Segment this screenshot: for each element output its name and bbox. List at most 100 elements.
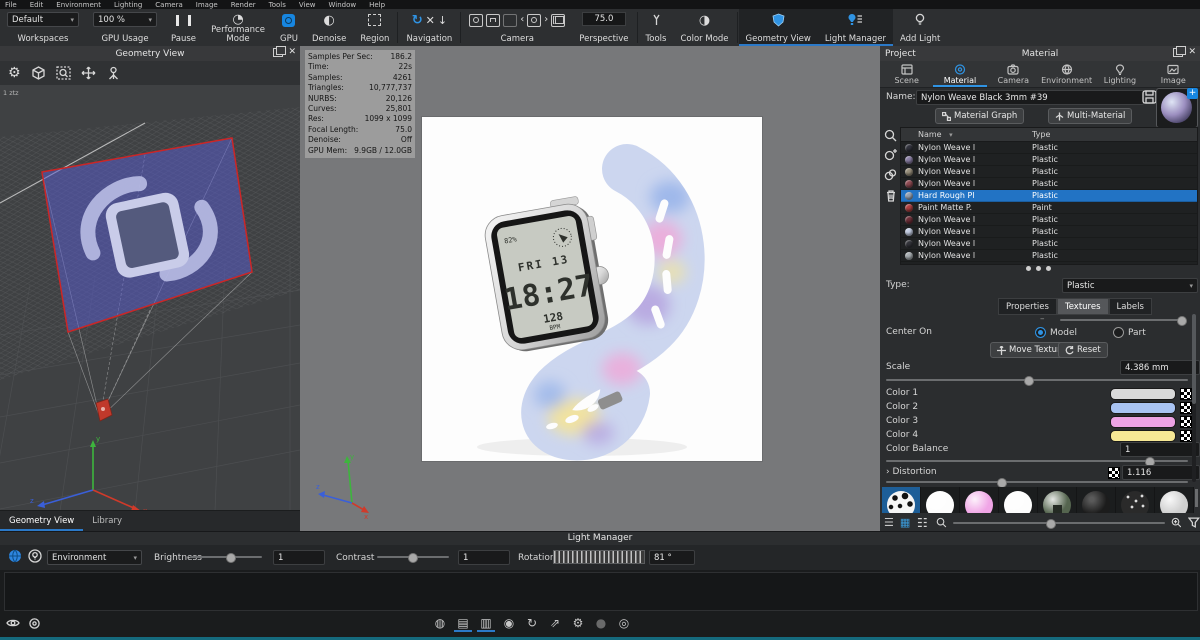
- radio-part[interactable]: Part: [1113, 327, 1146, 338]
- tab-labels[interactable]: Labels: [1109, 298, 1152, 315]
- history-icon[interactable]: ↻: [523, 614, 541, 632]
- color-balance-slider[interactable]: [886, 457, 1188, 465]
- color-balance-input[interactable]: 1: [1120, 442, 1200, 457]
- duplicate-material-sphere-icon[interactable]: [884, 169, 897, 182]
- camera-grid-icon[interactable]: [551, 14, 565, 27]
- camera-frame-icon[interactable]: [469, 14, 483, 27]
- tab-library[interactable]: Library: [83, 511, 131, 531]
- visibility-icon[interactable]: [6, 616, 20, 630]
- menu-render[interactable]: Render: [231, 1, 256, 9]
- material-type-select[interactable]: Plastic▾: [1062, 278, 1198, 293]
- camera-select-icon[interactable]: [527, 14, 541, 27]
- filter-icon[interactable]: [1188, 517, 1200, 528]
- add-material-sphere-icon[interactable]: [884, 149, 897, 162]
- thumbnail-white-sphere-2[interactable]: [999, 487, 1037, 513]
- material-name-input[interactable]: Nylon Weave Black 3mm #39: [916, 90, 1144, 105]
- orbit-icon[interactable]: ↻: [412, 14, 423, 27]
- list-view-icon[interactable]: ☰: [884, 516, 894, 529]
- column-name[interactable]: Name ▾: [918, 130, 1030, 139]
- light-bulb-icon[interactable]: [28, 549, 42, 563]
- menu-edit[interactable]: Edit: [30, 1, 44, 9]
- menu-view[interactable]: View: [299, 1, 316, 9]
- float-panel-icon[interactable]: [273, 48, 283, 57]
- screenshot-icon[interactable]: ◎: [615, 614, 633, 632]
- menu-tools[interactable]: Tools: [269, 1, 286, 9]
- brightness-input[interactable]: 1: [273, 550, 325, 565]
- menu-window[interactable]: Window: [329, 1, 357, 9]
- partial-slider[interactable]: [1060, 316, 1186, 324]
- scale-slider[interactable]: [886, 376, 1188, 384]
- brightness-slider[interactable]: [190, 553, 262, 561]
- trash-icon[interactable]: [885, 189, 897, 202]
- tree-view-icon[interactable]: [916, 517, 928, 528]
- thumbnail-size-slider[interactable]: [953, 519, 1165, 527]
- close-icon[interactable]: ✕: [1188, 48, 1196, 57]
- environment-globe-icon[interactable]: [8, 549, 22, 563]
- zoom-in-icon[interactable]: [1171, 517, 1182, 528]
- reset-button[interactable]: Reset: [1058, 342, 1108, 358]
- geometry-view-button[interactable]: Geometry View: [739, 9, 818, 46]
- project-panel-icon[interactable]: ▥: [477, 614, 495, 632]
- tab-image[interactable]: Image: [1147, 61, 1200, 87]
- search-icon[interactable]: [884, 129, 897, 142]
- material-row[interactable]: Nylon Weave lPlastic: [901, 250, 1197, 262]
- camera-tripod-icon[interactable]: [106, 66, 121, 80]
- close-icon[interactable]: ✕: [288, 48, 296, 57]
- dolly-icon[interactable]: ↓: [438, 15, 447, 26]
- color2-swatch[interactable]: [1110, 402, 1176, 414]
- tab-material[interactable]: Material: [933, 61, 986, 87]
- thumbnail-speckled-sphere[interactable]: [1116, 487, 1154, 513]
- denoise-button[interactable]: ◐ Denoise: [305, 9, 353, 46]
- collapse-minus[interactable]: –: [1040, 314, 1045, 324]
- float-panel-icon[interactable]: [1173, 48, 1183, 57]
- next-camera-chevron[interactable]: ›: [544, 15, 548, 25]
- material-row[interactable]: Nylon Weave lPlastic: [901, 154, 1197, 166]
- zoom-region-icon[interactable]: [56, 66, 71, 80]
- tab-environment[interactable]: Environment: [1040, 61, 1093, 87]
- library-panel-icon[interactable]: ▤: [454, 614, 472, 632]
- gpu-button[interactable]: GPU: [273, 9, 305, 46]
- color2-texture-icon[interactable]: [1180, 402, 1192, 414]
- thumbnail-green-sphere[interactable]: [1038, 487, 1076, 513]
- material-preview[interactable]: +: [1156, 88, 1198, 128]
- material-row[interactable]: Nylon Weave lPlastic: [901, 142, 1197, 154]
- realtime-render-viewport[interactable]: 82% FRI 13 18:27 128 BPM Samples Per Sec…: [300, 46, 880, 531]
- workspaces-select[interactable]: Default▾: [7, 12, 79, 27]
- add-light-button[interactable]: Add Light: [893, 9, 947, 46]
- geometry-3d-viewport[interactable]: y z x 1 ztz: [0, 85, 300, 511]
- light-manager-button[interactable]: Light Manager: [818, 9, 893, 46]
- add-material-badge[interactable]: +: [1187, 88, 1198, 99]
- menu-environment[interactable]: Environment: [56, 1, 101, 9]
- render-area[interactable]: 82% FRI 13 18:27 128 BPM: [422, 117, 762, 461]
- pause-button[interactable]: Pause: [164, 9, 203, 46]
- radio-model[interactable]: Model: [1035, 327, 1077, 338]
- contrast-slider[interactable]: [377, 553, 449, 561]
- color4-texture-icon[interactable]: [1180, 430, 1192, 442]
- performance-mode-button[interactable]: ◔ Performance Mode: [203, 9, 273, 46]
- color1-texture-icon[interactable]: [1180, 388, 1192, 400]
- tools-button[interactable]: Tools: [639, 9, 674, 46]
- multi-material-button[interactable]: Multi-Material: [1048, 108, 1132, 124]
- menu-image[interactable]: Image: [196, 1, 218, 9]
- color3-swatch[interactable]: [1110, 416, 1176, 428]
- distortion-expander[interactable]: › Distortion: [886, 467, 937, 477]
- color-mode-button[interactable]: ◑ Color Mode: [673, 9, 735, 46]
- render-icon[interactable]: ◉: [500, 614, 518, 632]
- prev-camera-chevron[interactable]: ‹: [520, 15, 524, 25]
- sphere-tool-icon[interactable]: ●: [592, 614, 610, 632]
- tab-textures[interactable]: Textures: [1057, 298, 1109, 315]
- camera-ghost-icon[interactable]: [503, 14, 517, 27]
- material-row-selected[interactable]: Hard Rough PlPlastic: [901, 190, 1197, 202]
- distortion-slider[interactable]: [886, 478, 1188, 486]
- grid-view-icon[interactable]: ▦: [900, 516, 910, 529]
- settings-gear-icon[interactable]: ⚙: [569, 614, 587, 632]
- thumbnail-gray-sphere[interactable]: [1155, 487, 1193, 513]
- thumbnail-white-sphere[interactable]: [921, 487, 959, 513]
- column-type[interactable]: Type: [1030, 130, 1050, 139]
- save-material-icon[interactable]: [1142, 90, 1157, 104]
- material-row[interactable]: Nylon Weave lPlastic: [901, 238, 1197, 250]
- thumbnail-pink-sphere[interactable]: [960, 487, 998, 513]
- color4-swatch[interactable]: [1110, 430, 1176, 442]
- pan-icon[interactable]: ✕: [426, 15, 435, 26]
- scale-input[interactable]: 4.386 mm: [1120, 360, 1200, 375]
